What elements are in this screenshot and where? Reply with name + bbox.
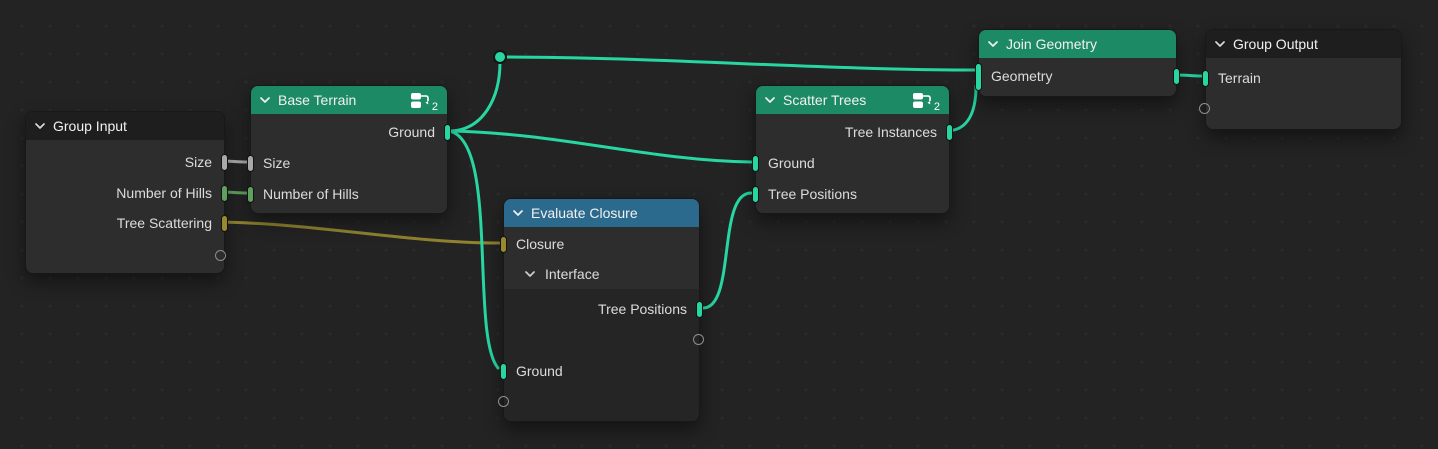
socket-output-number-of-hills[interactable] [221,185,228,202]
wire-tree-positions [703,193,751,308]
node-group-input[interactable]: Group Input Size Number of Hills Tree Sc… [25,111,225,274]
input-row: Ground [756,149,949,177]
socket-extend[interactable] [1199,103,1210,114]
node-header[interactable]: Scatter Trees 2 [756,86,949,114]
socket-input-number-of-hills[interactable] [247,186,254,203]
socket-extend[interactable] [498,396,509,407]
wire-ground-to-scatter-trees [449,131,751,162]
node-header[interactable]: Group Output [1206,30,1401,58]
node-group-icon [912,92,933,109]
chevron-down-icon[interactable] [260,97,270,103]
input-row: Size [251,149,447,177]
chevron-down-icon[interactable] [35,123,45,129]
node-header[interactable]: Base Terrain 2 [251,86,447,114]
socket-input-ground[interactable] [752,155,759,172]
socket-input-geometry-multi[interactable] [975,63,982,91]
output-row: Tree Positions [504,295,699,323]
wire-reroute-to-join-geometry [500,57,975,70]
chevron-down-icon[interactable] [765,97,775,103]
node-group-icon [410,92,431,109]
socket-input-tree-positions[interactable] [752,186,759,203]
socket-output-tree-instances[interactable] [946,124,953,141]
reroute-node[interactable] [493,50,507,64]
socket-output-ground[interactable] [444,124,451,141]
node-title: Evaluate Closure [531,205,638,221]
input-row: Number of Hills [251,180,447,208]
node-header[interactable]: Join Geometry [979,30,1176,58]
wire-ground-to-reroute [449,62,500,131]
socket-output-tree-scattering[interactable] [221,215,228,232]
node-title: Group Output [1233,36,1318,52]
socket-extend[interactable] [215,250,226,261]
socket-input-closure[interactable] [500,236,507,253]
node-group-output[interactable]: Group Output Terrain [1205,29,1402,130]
chevron-down-icon[interactable] [988,41,998,47]
node-editor-canvas[interactable]: Group Input Size Number of Hills Tree Sc… [0,0,1438,449]
input-row: Tree Positions [756,180,949,208]
node-header[interactable]: Evaluate Closure [504,199,699,227]
input-row: Geometry [979,62,1176,90]
chevron-down-icon[interactable] [513,210,523,216]
wire-join-to-group-output [1177,75,1201,76]
node-scatter-trees[interactable]: Scatter Trees 2 Tree Instances Ground Tr… [755,85,950,214]
output-row: Tree Instances [756,118,949,146]
wire-ground-to-evaluate-closure [449,131,498,368]
socket-input-terrain[interactable] [1202,70,1209,87]
node-evaluate-closure[interactable]: Evaluate Closure Closure Interface Tree … [503,198,700,422]
users-count-badge: 2 [432,102,438,112]
socket-extend[interactable] [693,334,704,345]
node-title: Scatter Trees [783,92,866,108]
node-header[interactable]: Group Input [26,112,224,140]
socket-output-size[interactable] [221,154,228,171]
input-row: Ground [504,357,699,385]
node-title: Group Input [53,118,127,134]
output-row: Tree Scattering [26,209,224,237]
panel-label: Interface [545,260,599,288]
chevron-down-icon[interactable] [1215,41,1225,47]
output-row: Number of Hills [26,179,224,207]
panel-header-interface[interactable]: Interface [504,260,699,288]
node-title: Join Geometry [1006,36,1097,52]
socket-output-geometry[interactable] [1173,68,1180,85]
output-row: Size [26,148,224,176]
output-row: Ground [251,118,447,146]
input-row: Closure [504,230,699,258]
node-title: Base Terrain [278,92,356,108]
wire-tree-scattering-to-closure [221,222,499,243]
socket-input-size[interactable] [247,155,254,172]
node-join-geometry[interactable]: Join Geometry Geometry [978,29,1177,97]
users-count-badge: 2 [934,102,940,112]
socket-input-ground[interactable] [500,363,507,380]
input-row: Terrain [1206,64,1401,92]
chevron-down-icon[interactable] [525,271,535,277]
socket-output-tree-positions[interactable] [696,301,703,318]
node-base-terrain[interactable]: Base Terrain 2 Ground Size Number of Hil… [250,85,448,214]
